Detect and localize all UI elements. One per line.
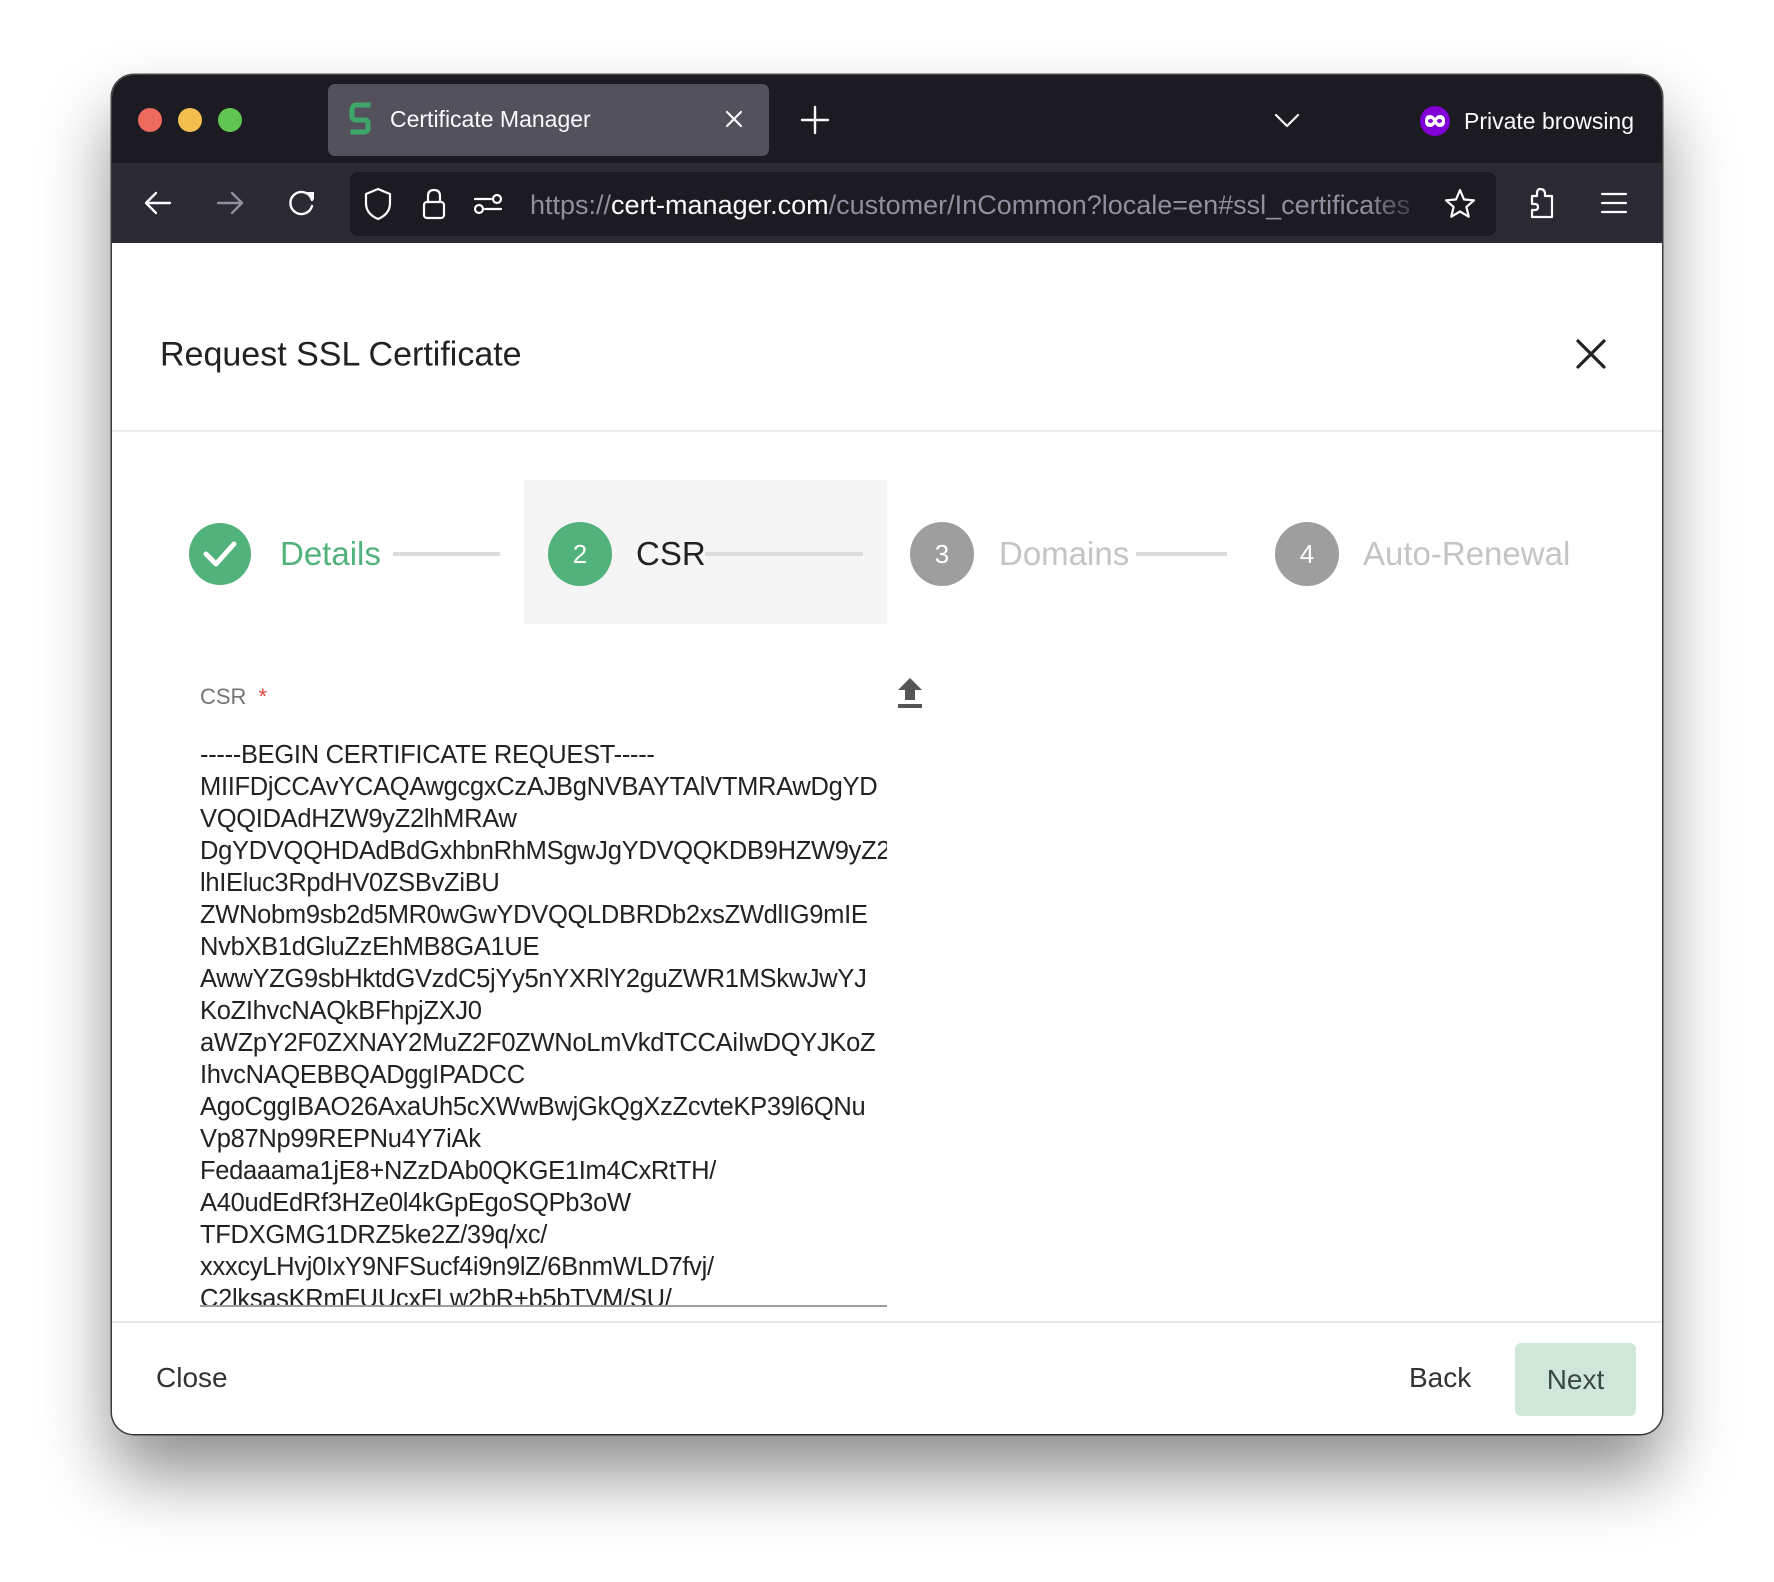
request-ssl-dialog: Request SSL Certificate Details 2 CSR 3 <box>112 243 1662 1434</box>
csr-text-line: C2lksasKRmFUUcxFLw2bR+b5bTVM/SU/ <box>200 1285 672 1307</box>
tab-title: Certificate Manager <box>390 106 591 132</box>
step-label: Details <box>280 535 381 572</box>
csr-text-line: xxxcyLHvj0IxY9NFSucf4i9n9lZ/6BnmWLD7fvj/ <box>200 1253 714 1281</box>
url-bar[interactable]: https://cert-manager.com/customer/InComm… <box>350 172 1496 236</box>
dialog-close-x-icon[interactable] <box>1568 331 1614 377</box>
hamburger-menu-icon[interactable] <box>1594 183 1634 223</box>
step-number-badge: 2 <box>548 522 612 586</box>
browser-window: Certificate Manager Private browsing htt… <box>112 75 1662 1434</box>
dialog-title: Request SSL Certificate <box>160 335 522 374</box>
upload-file-icon[interactable] <box>892 673 928 713</box>
step-connector <box>393 552 500 556</box>
private-browsing-label: Private browsing <box>1464 107 1635 134</box>
csr-text-line: AwwYZG9sbHktdGVzdC5jYy5nYXRlY2guZWR1MSkw… <box>200 965 867 993</box>
csr-field-label: CSR * <box>200 684 267 710</box>
step-complete-check-icon <box>189 523 251 585</box>
list-all-tabs-chevron-down-icon[interactable] <box>1272 105 1302 135</box>
close-button[interactable]: Close <box>156 1362 228 1394</box>
url-host: cert-manager.com <box>611 190 829 220</box>
window-close-button[interactable] <box>138 108 162 132</box>
extensions-puzzle-icon[interactable] <box>1522 183 1562 223</box>
csr-text-line: DgYDVQQHDAdBdGxhbnRhMSgwJgYDVQQKDB9HZW9y… <box>200 837 887 865</box>
new-tab-plus-icon[interactable] <box>798 103 832 137</box>
sectigo-s-icon <box>348 102 374 138</box>
footer-divider <box>112 1321 1662 1323</box>
browser-tab-active[interactable]: Certificate Manager <box>328 84 769 156</box>
csr-text-line: aWZpY2F0ZXNAY2MuZ2F0ZWNoLmVkdTCCAiIwDQYJ… <box>200 1029 876 1057</box>
reload-icon[interactable] <box>282 183 322 223</box>
url-scheme: https:// <box>530 190 612 220</box>
nav-toolbar: https://cert-manager.com/customer/InComm… <box>112 163 1662 243</box>
tab-strip: Certificate Manager Private browsing <box>112 75 1662 163</box>
next-button[interactable]: Next <box>1515 1343 1636 1416</box>
padlock-icon[interactable] <box>416 186 452 222</box>
private-browsing-mask-icon <box>1420 106 1450 136</box>
step-connector <box>1136 552 1227 556</box>
step-label: CSR <box>636 535 706 572</box>
csr-label-text: CSR <box>200 684 247 709</box>
csr-text-line: Fedaaama1jE8+NZzDAb0QKGE1Im4CxRtTH/ <box>200 1157 716 1185</box>
csr-text-line: lhIEluc3RpdHV0ZSBvZiBU <box>200 869 500 897</box>
site-permissions-icon[interactable] <box>470 186 506 222</box>
window-minimize-button[interactable] <box>178 108 202 132</box>
required-asterisk: * <box>258 684 268 709</box>
csr-text-line: A40udEdRf3HZe0l4kGpEgoSQPb3oW <box>200 1189 631 1217</box>
csr-text-line: Vp87Np99REPNu4Y7iAk <box>200 1125 481 1153</box>
csr-text-line: VQQIDAdHZW9yZ2lhMRAw <box>200 805 517 833</box>
csr-text-line: IhvcNAQEBBQADggIPADCC <box>200 1061 525 1089</box>
csr-text-line: -----BEGIN CERTIFICATE REQUEST----- <box>200 741 655 769</box>
step-connector <box>705 552 863 556</box>
step-label: Domains <box>999 535 1130 572</box>
back-button[interactable]: Back <box>1409 1362 1471 1394</box>
url-text[interactable]: https://cert-manager.com/customer/InComm… <box>530 189 1430 221</box>
csr-text-line: NvbXB1dGluZzEhMB8GA1UE <box>200 933 540 961</box>
csr-text-line: AgoCggIBAO26AxaUh5cXWwBwjGkQgXzZcvteKP39… <box>200 1093 866 1121</box>
forward-arrow-icon[interactable] <box>210 183 250 223</box>
csr-textarea[interactable]: -----BEGIN CERTIFICATE REQUEST----- MIIFD… <box>200 739 887 1307</box>
csr-text-line: MIIFDjCCAvYCAQAwgcgxCzAJBgNVBAYTAlVTMRAw… <box>200 773 878 801</box>
close-tab-icon[interactable] <box>719 104 749 134</box>
private-browsing-indicator: Private browsing <box>1420 103 1634 139</box>
back-arrow-icon[interactable] <box>138 183 178 223</box>
csr-text-line: TFDXGMG1DRZ5ke2Z/39q/xc/ <box>200 1221 548 1249</box>
url-path: /customer/InCommon?locale=en#ssl_certifi… <box>828 190 1411 220</box>
bookmark-star-icon[interactable] <box>1440 184 1480 224</box>
step-label: Auto-Renewal <box>1363 535 1571 572</box>
header-divider <box>112 430 1662 432</box>
csr-text-line: KoZIhvcNAQkBFhpjZXJ0 <box>200 997 482 1025</box>
csr-text-line: ZWNobm9sb2d5MR0wGwYDVQQLDBRDb2xsZWdlIG9m… <box>200 901 868 929</box>
step-number-badge: 4 <box>1275 522 1339 586</box>
step-number-badge: 3 <box>910 522 974 586</box>
tracking-protection-shield-icon[interactable] <box>360 186 396 222</box>
window-zoom-button[interactable] <box>218 108 242 132</box>
